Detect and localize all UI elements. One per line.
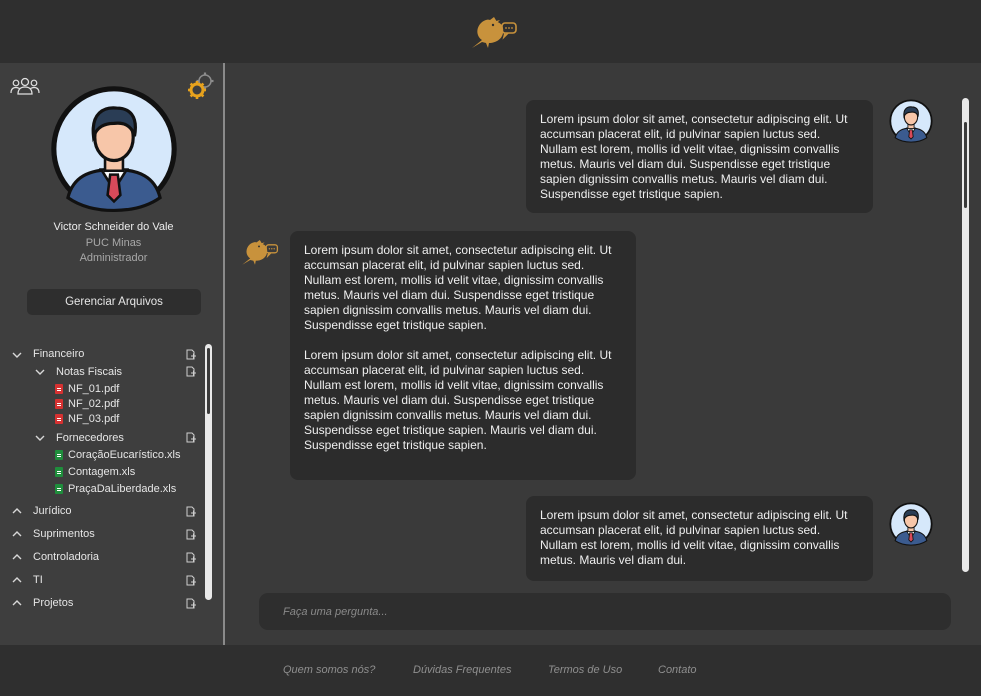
chevron-up-icon[interactable]	[11, 574, 23, 586]
folder-projetos[interactable]: Projetos	[33, 595, 73, 611]
message-text: Lorem ipsum dolor sit amet, consectetur …	[304, 243, 612, 332]
bird-chat-logo-icon	[468, 14, 518, 50]
profile-avatar	[50, 85, 178, 213]
folder-fornecedores[interactable]: Fornecedores	[56, 430, 124, 446]
file-tree-scrollbar-thumb[interactable]	[207, 348, 210, 414]
add-file-icon[interactable]	[185, 349, 197, 361]
footer-link-contact[interactable]: Contato	[658, 664, 697, 676]
add-file-icon[interactable]	[185, 432, 197, 444]
app-header	[0, 0, 981, 63]
file-item[interactable]: Contagem.xls	[55, 464, 135, 480]
file-name: NF_03.pdf	[68, 413, 120, 425]
file-name: Contagem.xls	[68, 466, 136, 478]
file-item[interactable]: NF_01.pdf	[55, 381, 119, 397]
chevron-down-icon[interactable]	[34, 432, 46, 444]
manage-files-button[interactable]: Gerenciar Arquivos	[27, 289, 201, 315]
question-input[interactable]	[259, 593, 951, 630]
message-text: Lorem ipsum dolor sit amet, consectetur …	[304, 348, 612, 452]
footer-link-faq[interactable]: Dúvidas Frequentes	[413, 664, 511, 676]
folder-juridico[interactable]: Jurídico	[33, 503, 72, 519]
add-file-icon[interactable]	[185, 575, 197, 587]
add-file-icon[interactable]	[185, 598, 197, 610]
chevron-down-icon[interactable]	[11, 349, 23, 361]
profile-name: Victor Schneider do Vale	[53, 221, 174, 233]
folder-financeiro[interactable]: Financeiro	[33, 346, 84, 362]
chevron-up-icon[interactable]	[11, 551, 23, 563]
file-item[interactable]: CoraçãoEucarístico.xls	[55, 447, 181, 463]
file-item[interactable]: NF_02.pdf	[55, 396, 119, 412]
footer-link-about[interactable]: Quem somos nós?	[283, 664, 375, 676]
file-name: CoraçãoEucarístico.xls	[68, 449, 181, 461]
chevron-up-icon[interactable]	[11, 505, 23, 517]
folder-notas-fiscais[interactable]: Notas Fiscais	[56, 364, 122, 380]
file-tree: Financeiro Notas Fiscais NF_01.pdf NF_02…	[0, 345, 205, 610]
chevron-up-icon[interactable]	[11, 597, 23, 609]
add-file-icon[interactable]	[185, 506, 197, 518]
file-name: NF_02.pdf	[68, 398, 120, 410]
chevron-up-icon[interactable]	[11, 528, 23, 540]
xls-file-icon	[55, 450, 63, 460]
user-avatar	[889, 502, 933, 546]
user-avatar	[889, 99, 933, 143]
folder-ti[interactable]: TI	[33, 572, 43, 588]
folder-suprimentos[interactable]: Suprimentos	[33, 526, 95, 542]
xls-file-icon	[55, 484, 63, 494]
pdf-file-icon	[55, 414, 63, 424]
footer-link-terms[interactable]: Termos de Uso	[548, 664, 622, 676]
user-message-bubble: Lorem ipsum dolor sit amet, consectetur …	[526, 496, 873, 581]
user-message-bubble: Lorem ipsum dolor sit amet, consectetur …	[526, 100, 873, 213]
pdf-file-icon	[55, 399, 63, 409]
bot-bird-avatar-icon	[239, 237, 279, 267]
pdf-file-icon	[55, 384, 63, 394]
file-item[interactable]: NF_03.pdf	[55, 411, 119, 427]
message-text: Lorem ipsum dolor sit amet, consectetur …	[540, 112, 848, 201]
file-item[interactable]: PraçaDaLiberdade.xls	[55, 481, 176, 497]
add-file-icon[interactable]	[185, 529, 197, 541]
add-file-icon[interactable]	[185, 552, 197, 564]
chat-scrollbar-thumb[interactable]	[964, 122, 967, 208]
xls-file-icon	[55, 467, 63, 477]
message-text: Lorem ipsum dolor sit amet, consectetur …	[540, 508, 848, 567]
file-name: NF_01.pdf	[68, 383, 120, 395]
bot-message-bubble: Lorem ipsum dolor sit amet, consectetur …	[290, 231, 636, 480]
add-file-icon[interactable]	[185, 366, 197, 378]
settings-gear-icon[interactable]	[186, 72, 216, 102]
profile-role: Administrador	[79, 252, 148, 264]
file-name: PraçaDaLiberdade.xls	[68, 483, 177, 495]
profile-organization: PUC Minas	[85, 237, 142, 249]
users-group-icon[interactable]	[10, 76, 40, 96]
chevron-down-icon[interactable]	[34, 366, 46, 378]
folder-controladoria[interactable]: Controladoria	[33, 549, 99, 565]
